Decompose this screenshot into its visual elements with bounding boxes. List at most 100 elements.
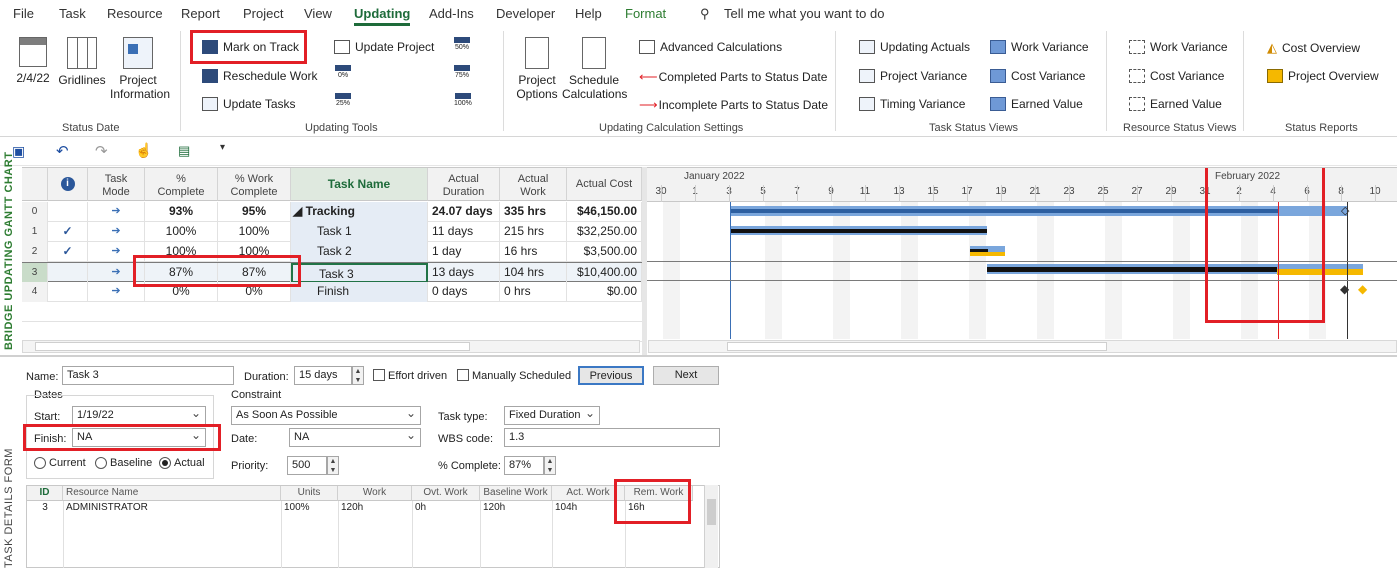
- wbs-field[interactable]: 1.3: [504, 428, 720, 447]
- empty-row[interactable]: [22, 302, 642, 322]
- tab-help[interactable]: Help: [575, 6, 602, 21]
- task-type-select[interactable]: Fixed Duration: [504, 406, 600, 425]
- pct-complete-cell[interactable]: 93%: [145, 202, 218, 222]
- pct-work-cell[interactable]: 100%: [218, 242, 291, 262]
- task3-remaining-bar[interactable]: [1277, 269, 1363, 275]
- grid-hscrollbar[interactable]: [22, 340, 640, 353]
- tell-me-search[interactable]: Tell me what you want to do: [724, 6, 884, 21]
- tab-project[interactable]: Project: [243, 6, 283, 21]
- undo-icon[interactable]: ↶: [56, 142, 69, 160]
- task-name-cell[interactable]: ◢ Tracking: [291, 202, 428, 222]
- table-row[interactable]: 1 ✓ ➔ 100% 100% Task 1 11 days 215 hrs $32,250.0…: [22, 222, 642, 242]
- reschedule-work-button[interactable]: Reschedule Work: [202, 69, 318, 83]
- scroll-thumb[interactable]: [727, 342, 1107, 351]
- completed-parts-button[interactable]: ⟵ Completed Parts to Status Date: [639, 69, 827, 85]
- resource-column-header[interactable]: Baseline Work: [480, 486, 552, 501]
- view-work-variance[interactable]: Work Variance: [990, 40, 1089, 54]
- resource-cell[interactable]: ADMINISTRATOR: [63, 502, 281, 518]
- view-cost-variance[interactable]: Cost Variance: [990, 69, 1085, 83]
- table-row[interactable]: 4 ➔ 0% 0% Finish 0 days 0 hrs $0.00: [22, 282, 642, 302]
- priority-field[interactable]: 500: [287, 456, 327, 475]
- table-row[interactable]: 3 ➔ 87% 87% Task 3 13 days 104 hrs $10,400.00: [22, 262, 642, 283]
- task2-remaining-bar[interactable]: [970, 252, 1005, 256]
- task-name-cell[interactable]: Finish: [291, 282, 428, 302]
- res-view-work-variance[interactable]: Work Variance: [1129, 40, 1228, 54]
- task1-actual-bar[interactable]: [731, 229, 987, 233]
- gridlines-button[interactable]: Gridlines: [58, 37, 106, 87]
- actual-work-cell[interactable]: 16 hrs: [500, 242, 567, 262]
- tab-file[interactable]: File: [13, 6, 34, 21]
- task-name-cell[interactable]: Task 3: [291, 263, 428, 283]
- tab-format[interactable]: Format: [625, 6, 666, 21]
- project-options-button[interactable]: Project Options: [514, 37, 560, 101]
- resource-column-header[interactable]: Units: [281, 486, 338, 501]
- row-id[interactable]: 1: [22, 222, 48, 242]
- radio-actual[interactable]: [159, 457, 171, 469]
- split-bar[interactable]: [642, 167, 647, 355]
- actual-work-cell[interactable]: 104 hrs: [500, 263, 567, 283]
- touch-mode-icon[interactable]: ☝: [135, 142, 152, 159]
- tab-task[interactable]: Task: [59, 6, 86, 21]
- view-updating-actuals[interactable]: Updating Actuals: [859, 40, 970, 54]
- seventyfive-pct-button[interactable]: 75%: [454, 65, 470, 79]
- actual-duration-cell[interactable]: 13 days: [428, 263, 500, 283]
- cost-overview-button[interactable]: ◭ Cost Overview: [1267, 40, 1360, 56]
- status-date-button[interactable]: 2/4/22: [15, 37, 51, 85]
- actual-duration-cell[interactable]: 0 days: [428, 282, 500, 302]
- view-earned-value[interactable]: Earned Value: [990, 97, 1083, 111]
- pct-complete-field[interactable]: 87%: [504, 456, 544, 475]
- tab-report[interactable]: Report: [181, 6, 220, 21]
- gantt-view-icon[interactable]: ▤: [178, 143, 190, 159]
- resource-column-header[interactable]: Resource Name: [63, 486, 281, 501]
- radio-current[interactable]: [34, 457, 46, 469]
- mark-on-track-button[interactable]: Mark on Track: [202, 40, 299, 54]
- incomplete-parts-button[interactable]: ⟶ Incomplete Parts to Status Date: [639, 97, 828, 113]
- resource-column-header[interactable]: ID: [27, 486, 63, 501]
- empty-row[interactable]: [22, 322, 642, 342]
- view-project-variance[interactable]: Project Variance: [859, 69, 967, 83]
- pct-work-header[interactable]: % Work Complete: [218, 168, 291, 201]
- pct-work-cell[interactable]: 87%: [218, 263, 291, 283]
- pct-complete-header[interactable]: % Complete: [145, 168, 218, 201]
- constraint-date-picker[interactable]: NA: [289, 428, 421, 447]
- pct-complete-cell[interactable]: 100%: [145, 242, 218, 262]
- resource-column-header[interactable]: Act. Work: [552, 486, 625, 501]
- constraint-type-select[interactable]: As Soon As Possible: [231, 406, 421, 425]
- pct-complete-cell[interactable]: 0%: [145, 282, 218, 302]
- actual-cost-cell[interactable]: $32,250.00: [567, 222, 642, 242]
- effort-driven-checkbox[interactable]: [373, 369, 385, 381]
- resource-cell[interactable]: 104h: [552, 502, 625, 518]
- tab-updating[interactable]: Updating: [354, 6, 411, 26]
- tab-add-ins[interactable]: Add-Ins: [429, 6, 474, 21]
- manually-scheduled-checkbox[interactable]: [457, 369, 469, 381]
- customize-qat-icon[interactable]: ▾: [220, 142, 225, 153]
- actual-cost-cell[interactable]: $10,400.00: [567, 263, 642, 283]
- resource-column-header[interactable]: Work: [338, 486, 412, 501]
- schedule-calculations-button[interactable]: Schedule Calculations: [562, 37, 627, 101]
- pct-complete-spinner[interactable]: ▲ ▼: [544, 456, 556, 475]
- res-view-cost-variance[interactable]: Cost Variance: [1129, 69, 1224, 83]
- gantt-hscrollbar[interactable]: [648, 340, 1397, 353]
- tab-view[interactable]: View: [304, 6, 332, 21]
- row-id[interactable]: 2: [22, 242, 48, 262]
- actual-cost-cell[interactable]: $3,500.00: [567, 242, 642, 262]
- resource-vscrollbar[interactable]: [704, 485, 718, 568]
- task-name-cell[interactable]: Task 1: [291, 222, 428, 242]
- actual-duration-cell[interactable]: 1 day: [428, 242, 500, 262]
- res-view-earned-value[interactable]: Earned Value: [1129, 97, 1222, 111]
- actual-cost-cell[interactable]: $0.00: [567, 282, 642, 302]
- twentyfive-pct-button[interactable]: 25%: [335, 93, 351, 107]
- actual-duration-cell[interactable]: 11 days: [428, 222, 500, 242]
- actual-cost-header[interactable]: Actual Cost: [567, 168, 642, 201]
- duration-spinner[interactable]: ▲ ▼: [352, 366, 364, 385]
- task-mode-header[interactable]: Task Mode: [88, 168, 145, 201]
- actual-work-cell[interactable]: 335 hrs: [500, 202, 567, 222]
- table-row[interactable]: 0 ➔ 93% 95% ◢ Tracking 24.07 days 335 hrs $46,1…: [22, 202, 642, 222]
- hundred-pct-button[interactable]: 100%: [454, 93, 472, 107]
- indicator-header[interactable]: i: [48, 168, 88, 201]
- actual-duration-header[interactable]: Actual Duration: [428, 168, 500, 201]
- actual-duration-cell[interactable]: 24.07 days: [428, 202, 500, 222]
- fifty-pct-button[interactable]: 50%: [454, 37, 470, 51]
- resource-column-header[interactable]: Ovt. Work: [412, 486, 480, 501]
- resource-cell[interactable]: 3: [27, 502, 63, 518]
